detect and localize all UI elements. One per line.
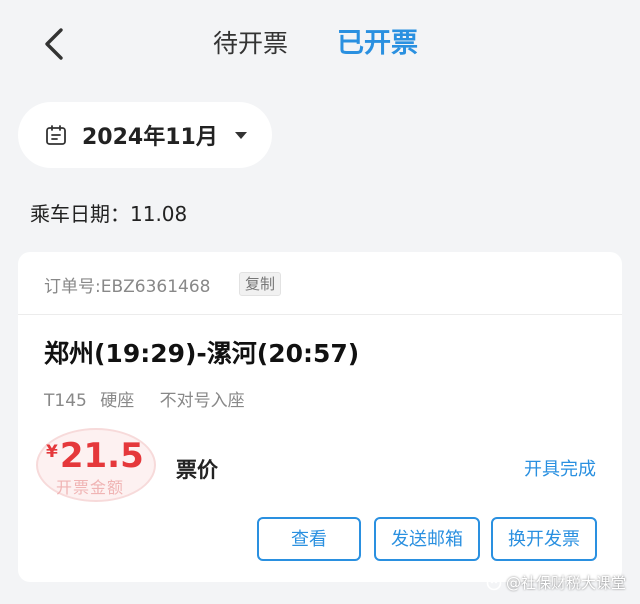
back-button[interactable] xyxy=(36,24,72,64)
send-email-button[interactable]: 发送邮箱 xyxy=(374,517,480,561)
ride-date-label: 乘车日期：11.08 xyxy=(30,202,188,226)
view-button[interactable]: 查看 xyxy=(257,517,361,561)
chevron-left-icon xyxy=(45,28,63,60)
price: ¥21.5 xyxy=(46,436,144,476)
month-selector[interactable]: 2024年11月 xyxy=(18,102,272,168)
invoice-amount-stamp: ¥21.5 开票金额 xyxy=(36,428,156,502)
seat-class: 硬座 xyxy=(100,391,135,411)
seat-note: 不对号入座 xyxy=(159,391,245,411)
watermark-logo-icon xyxy=(486,575,502,590)
copy-button[interactable]: 复制 xyxy=(239,272,282,296)
header-bar: 待开票 已开票 xyxy=(0,0,640,90)
fare-label: 票价 xyxy=(176,458,218,482)
train-info: T145 硬座 不对号入座 xyxy=(44,386,245,411)
order-number-row: 订单号:EBZ6361468 复制 xyxy=(18,252,622,315)
stamp-text: 开票金额 xyxy=(56,478,125,497)
route-title: 郑州(19:29)-漯河(20:57) xyxy=(44,339,360,368)
watermark: @社保财税大课堂 xyxy=(486,572,626,593)
currency-symbol: ¥ xyxy=(46,442,58,462)
tab-pending-invoice[interactable]: 待开票 xyxy=(213,22,288,66)
calendar-icon xyxy=(46,125,66,145)
selected-month: 2024年11月 xyxy=(82,125,218,150)
invoice-status: 开具完成 xyxy=(524,459,596,480)
order-number: 订单号:EBZ6361468 xyxy=(44,277,211,297)
reissue-invoice-button[interactable]: 换开发票 xyxy=(491,517,597,561)
watermark-text: @社保财税大课堂 xyxy=(505,574,626,592)
invoice-card: 订单号:EBZ6361468 复制 郑州(19:29)-漯河(20:57) T1… xyxy=(18,252,622,582)
train-number: T145 xyxy=(44,391,87,411)
price-value: 21.5 xyxy=(59,436,144,476)
caret-down-icon xyxy=(234,132,247,139)
tab-issued-invoice[interactable]: 已开票 xyxy=(337,22,418,66)
